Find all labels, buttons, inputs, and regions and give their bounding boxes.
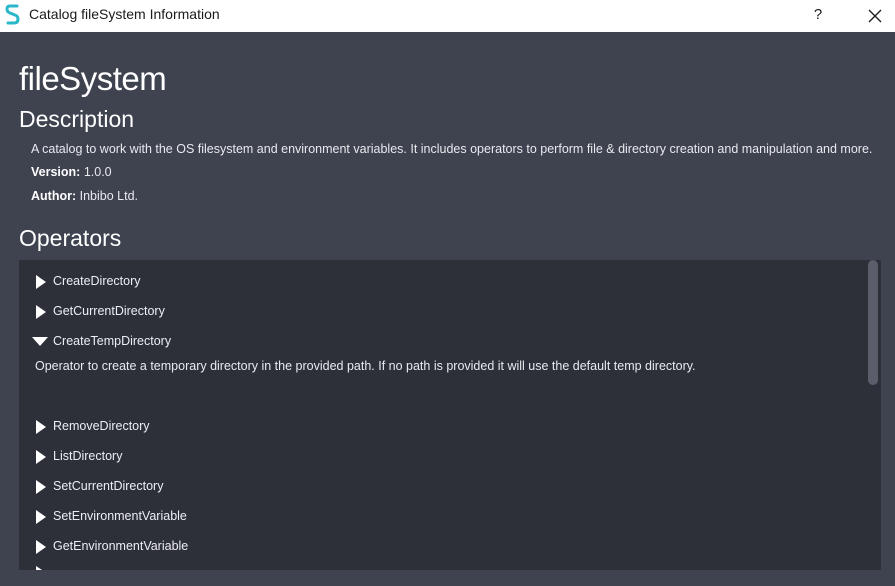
author-line: Author: Inbibo Ltd. xyxy=(31,189,138,203)
catalog-name: fileSystem xyxy=(19,60,167,97)
operator-label: SetCurrentDirectory xyxy=(53,479,164,493)
expand-arrow-icon xyxy=(36,480,46,494)
operator-description: Operator to create a temporary directory… xyxy=(35,359,696,373)
expand-arrow-icon xyxy=(36,275,46,289)
expand-arrow-icon xyxy=(36,540,46,554)
operator-label: ListDirectory xyxy=(53,449,123,463)
version-value: 1.0.0 xyxy=(83,165,112,179)
operator-label: SetEnvironmentVariable xyxy=(53,509,187,523)
collapse-arrow-icon xyxy=(32,337,48,346)
operator-item-setenvironmentvariable[interactable]: SetEnvironmentVariable xyxy=(19,506,859,528)
expand-arrow-icon xyxy=(36,510,46,524)
author-value: Inbibo Ltd. xyxy=(79,189,138,203)
s-logo-icon xyxy=(5,4,20,25)
operator-label: GetEnvironmentVariable xyxy=(53,539,189,553)
author-label: Author: xyxy=(31,189,77,203)
description-text: A catalog to work with the OS filesystem… xyxy=(31,142,873,156)
close-button[interactable] xyxy=(856,0,894,32)
operator-item-getenvironmentvariable[interactable]: GetEnvironmentVariable xyxy=(19,536,859,558)
version-label: Version: xyxy=(31,165,81,179)
description-heading: Description xyxy=(19,106,135,132)
catalog-info-content: fileSystem Description A catalog to work… xyxy=(0,32,895,586)
expand-arrow-icon xyxy=(36,305,46,319)
help-button[interactable]: ? xyxy=(802,0,834,32)
operator-item-removedirectory[interactable]: RemoveDirectory xyxy=(19,416,859,438)
operators-heading: Operators xyxy=(19,225,122,251)
operator-item-setcurrentdirectory[interactable]: SetCurrentDirectory xyxy=(19,476,859,498)
version-line: Version: 1.0.0 xyxy=(31,165,112,179)
scrollbar-thumb[interactable] xyxy=(868,260,878,385)
operator-item-listdirectory[interactable]: ListDirectory xyxy=(19,446,859,468)
close-icon xyxy=(868,9,882,23)
operators-list: CreateDirectory GetCurrentDirectory Crea… xyxy=(19,260,881,570)
operator-item-createdirectory[interactable]: CreateDirectory xyxy=(19,271,859,293)
window-title: Catalog fileSystem Information xyxy=(29,6,220,22)
operator-label: RemoveDirectory xyxy=(53,419,150,433)
expand-arrow-icon xyxy=(36,450,46,464)
operator-item-getcurrentdirectory[interactable]: GetCurrentDirectory xyxy=(19,301,859,323)
expand-arrow-icon xyxy=(36,420,46,434)
title-bar: Catalog fileSystem Information ? xyxy=(0,0,895,32)
operator-label: GetCurrentDirectory xyxy=(53,304,165,318)
operator-label: CreateDirectory xyxy=(53,274,141,288)
operator-label: CreateTempDirectory xyxy=(53,334,172,348)
operator-item-createtempdirectory[interactable]: CreateTempDirectory xyxy=(19,331,859,353)
expand-arrow-icon xyxy=(36,566,42,570)
